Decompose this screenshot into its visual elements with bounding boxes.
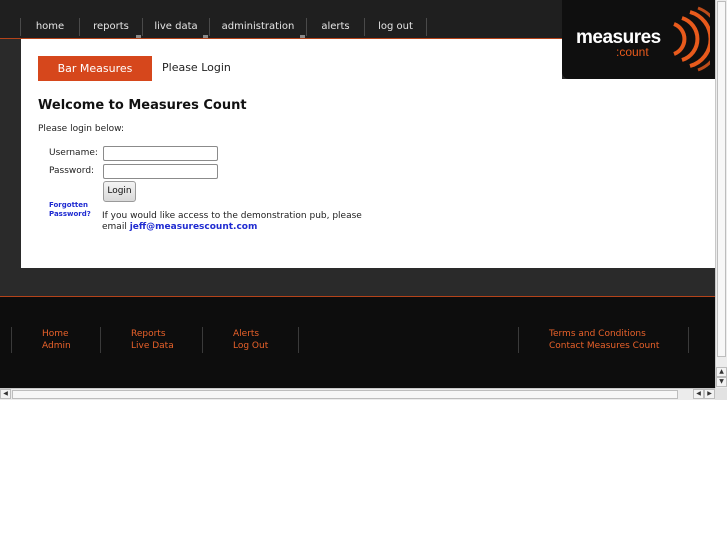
forgot-password-link[interactable]: Forgotten Password? <box>49 201 99 219</box>
horizontal-scrollbar[interactable]: ◀ ◀ ▶ <box>0 388 715 400</box>
footer-link-alerts[interactable]: Alerts <box>233 329 259 339</box>
footer-link-log-out[interactable]: Log Out <box>233 341 268 351</box>
scroll-up-icon[interactable]: ▲ <box>716 367 727 377</box>
footer-link-contact[interactable]: Contact Measures Count <box>549 341 659 351</box>
scroll-left-icon[interactable]: ◀ <box>0 389 11 399</box>
password-label: Password: <box>49 166 95 176</box>
page-viewport: home reports live data administration al… <box>0 0 715 388</box>
page-title: Welcome to Measures Count <box>38 98 247 113</box>
content-panel-extension <box>562 79 715 268</box>
scrollbar-corner <box>715 388 727 400</box>
nav-log-out[interactable]: log out <box>364 18 427 36</box>
access-email-link[interactable]: jeff@measurescount.com <box>130 222 258 232</box>
username-field[interactable] <box>103 146 218 161</box>
signal-waves-icon <box>673 6 710 72</box>
footer-link-home[interactable]: Home <box>42 329 69 339</box>
nav-label: log out <box>378 21 413 32</box>
nav-alerts[interactable]: alerts <box>306 18 364 36</box>
footer-link-admin[interactable]: Admin <box>42 341 71 351</box>
footer-link-live-data[interactable]: Live Data <box>131 341 174 351</box>
nav-live-data[interactable]: live data <box>142 18 209 40</box>
vertical-scroll-thumb[interactable] <box>717 1 726 357</box>
content-bottom-band <box>0 268 715 296</box>
footer: Home Admin Reports Live Data Alerts Log … <box>0 297 715 388</box>
scroll-right-icon[interactable]: ▶ <box>704 389 715 399</box>
nav-reports[interactable]: reports <box>79 18 142 40</box>
scroll-down-icon[interactable]: ▼ <box>716 377 727 387</box>
nav-label: administration <box>221 21 295 32</box>
nav-label: alerts <box>321 21 350 32</box>
nav-label: reports <box>93 21 129 32</box>
breadcrumb-current: Please Login <box>162 61 231 74</box>
horizontal-scroll-thumb[interactable] <box>12 390 678 399</box>
nav-home[interactable]: home <box>20 18 79 36</box>
nav-label: live data <box>154 21 198 32</box>
breadcrumb-button[interactable]: Bar Measures Count: <box>38 56 152 100</box>
main-nav: home reports live data administration al… <box>20 18 427 40</box>
footer-link-terms[interactable]: Terms and Conditions <box>549 329 646 339</box>
password-field[interactable] <box>103 164 218 179</box>
login-button[interactable]: Login <box>103 181 136 202</box>
logo[interactable]: measures :count <box>562 0 715 79</box>
scroll-left-icon[interactable]: ◀ <box>693 389 704 399</box>
access-note: If you would like access to the demonstr… <box>102 211 362 233</box>
vertical-scrollbar[interactable]: ▲ ▼ <box>715 0 727 388</box>
login-prompt: Please login below: <box>38 124 125 134</box>
nav-administration[interactable]: administration <box>209 18 306 40</box>
username-label: Username: <box>49 148 98 158</box>
nav-label: home <box>35 21 65 32</box>
footer-link-reports[interactable]: Reports <box>131 329 166 339</box>
logo-subword: :count <box>616 45 649 59</box>
